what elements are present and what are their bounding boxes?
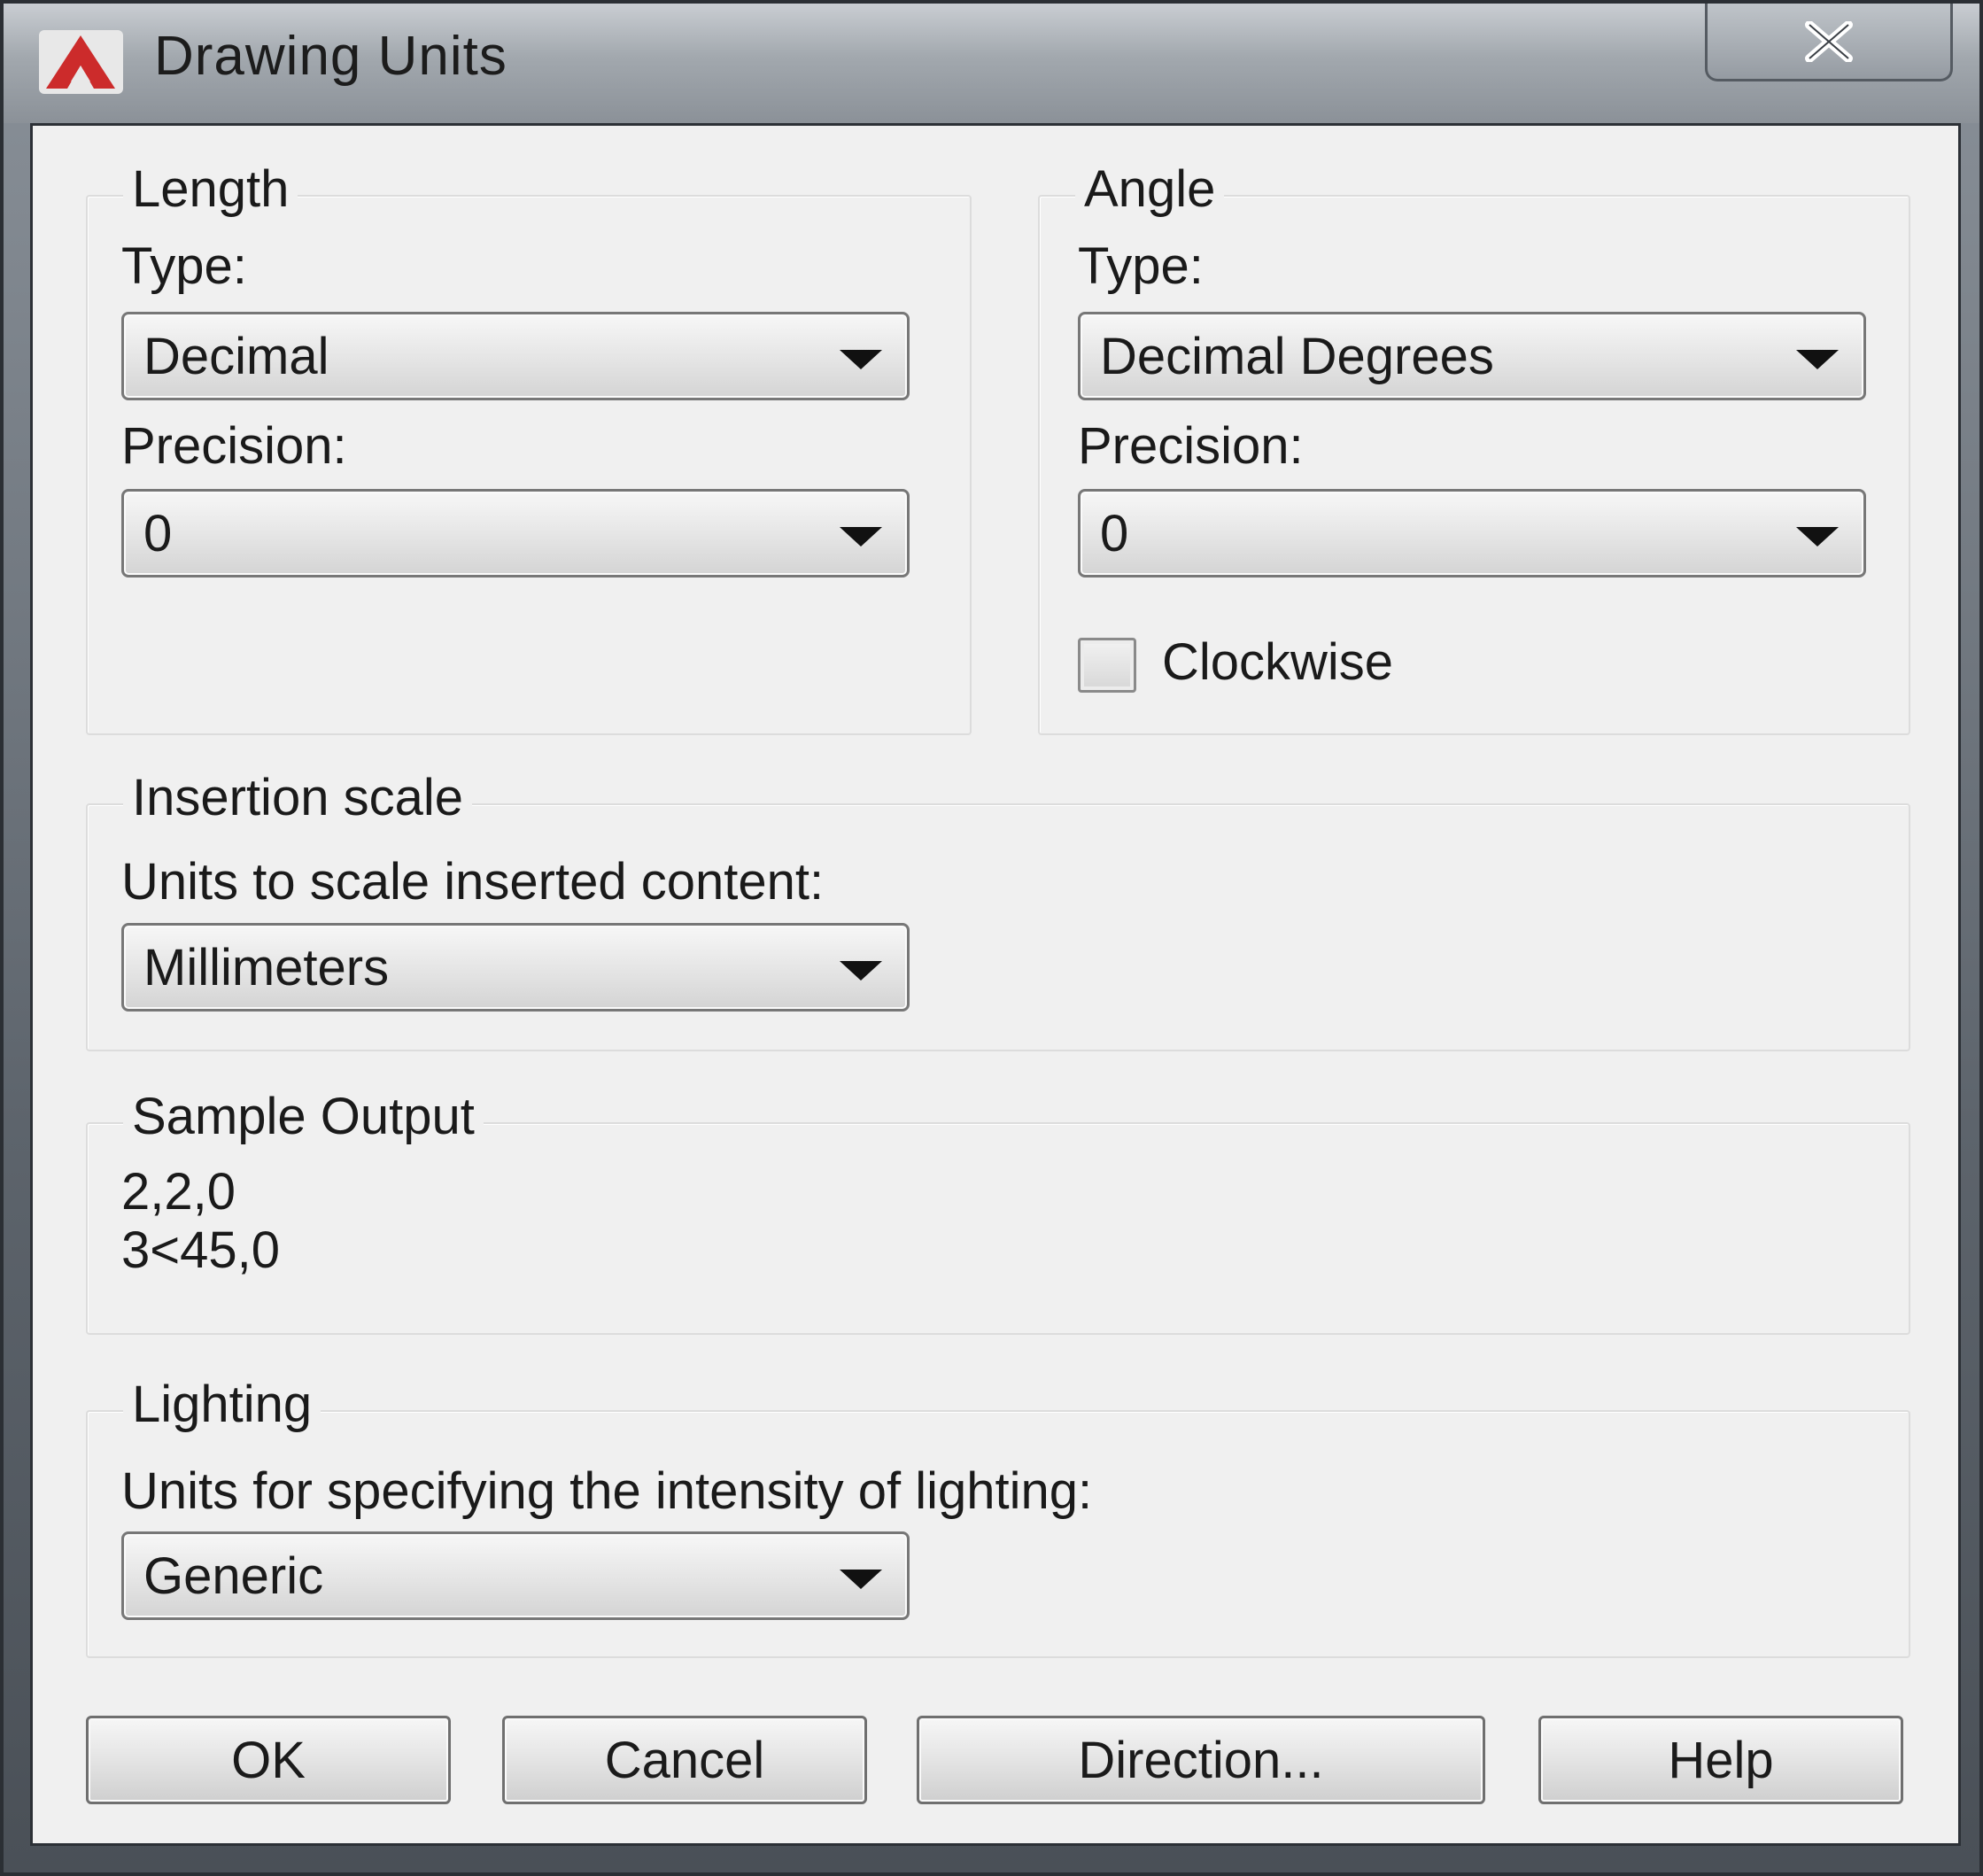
length-group-title: Length [123, 159, 298, 219]
insertion-scale-title: Insertion scale [123, 768, 472, 827]
sample-output-title: Sample Output [123, 1087, 484, 1146]
length-type-select[interactable]: Decimal [121, 312, 910, 400]
drawing-units-dialog: Drawing Units Length Type: Decimal Preci… [0, 0, 1983, 1876]
lighting-units-select[interactable]: Generic [121, 1531, 910, 1620]
chevron-down-icon [1796, 350, 1839, 369]
chevron-down-icon [840, 1570, 882, 1589]
angle-type-value: Decimal Degrees [1100, 328, 1494, 385]
insertion-scale-label: Units to scale inserted content: [121, 853, 825, 911]
angle-group-title: Angle [1075, 159, 1225, 219]
clockwise-checkbox[interactable] [1078, 638, 1136, 693]
sample-output-group: Sample Output [86, 1087, 1910, 1335]
length-type-label: Type: [121, 237, 247, 295]
angle-type-label: Type: [1078, 237, 1204, 295]
length-precision-value: 0 [143, 505, 173, 562]
direction-button[interactable]: Direction... [917, 1716, 1485, 1804]
insertion-units-value: Millimeters [143, 939, 390, 996]
angle-precision-select[interactable]: 0 [1078, 489, 1866, 578]
chevron-down-icon [840, 527, 882, 547]
autocad-logo-icon [39, 30, 123, 94]
angle-precision-value: 0 [1100, 505, 1129, 562]
dialog-body: Length Type: Decimal Precision: 0 Angle … [30, 123, 1961, 1846]
length-precision-select[interactable]: 0 [121, 489, 910, 578]
sample-output-line: 2,2,0 [121, 1163, 236, 1221]
clockwise-label[interactable]: Clockwise [1162, 632, 1393, 692]
chevron-down-icon [840, 350, 882, 369]
help-button[interactable]: Help [1538, 1716, 1903, 1804]
chevron-down-icon [840, 961, 882, 981]
length-precision-label: Precision: [121, 417, 347, 475]
lighting-title: Lighting [123, 1375, 321, 1434]
angle-type-select[interactable]: Decimal Degrees [1078, 312, 1866, 400]
close-icon [1805, 20, 1853, 62]
sample-output-line: 3<45,0 [121, 1221, 281, 1279]
close-button[interactable] [1705, 4, 1953, 81]
cancel-button[interactable]: Cancel [502, 1716, 867, 1804]
title-bar[interactable]: Drawing Units [4, 4, 1979, 123]
insertion-units-select[interactable]: Millimeters [121, 923, 910, 1012]
length-type-value: Decimal [143, 328, 329, 385]
lighting-units-label: Units for specifying the intensity of li… [121, 1462, 1093, 1520]
angle-precision-label: Precision: [1078, 417, 1304, 475]
lighting-units-value: Generic [143, 1547, 324, 1605]
window-title: Drawing Units [154, 26, 507, 87]
chevron-down-icon [1796, 527, 1839, 547]
ok-button[interactable]: OK [86, 1716, 451, 1804]
